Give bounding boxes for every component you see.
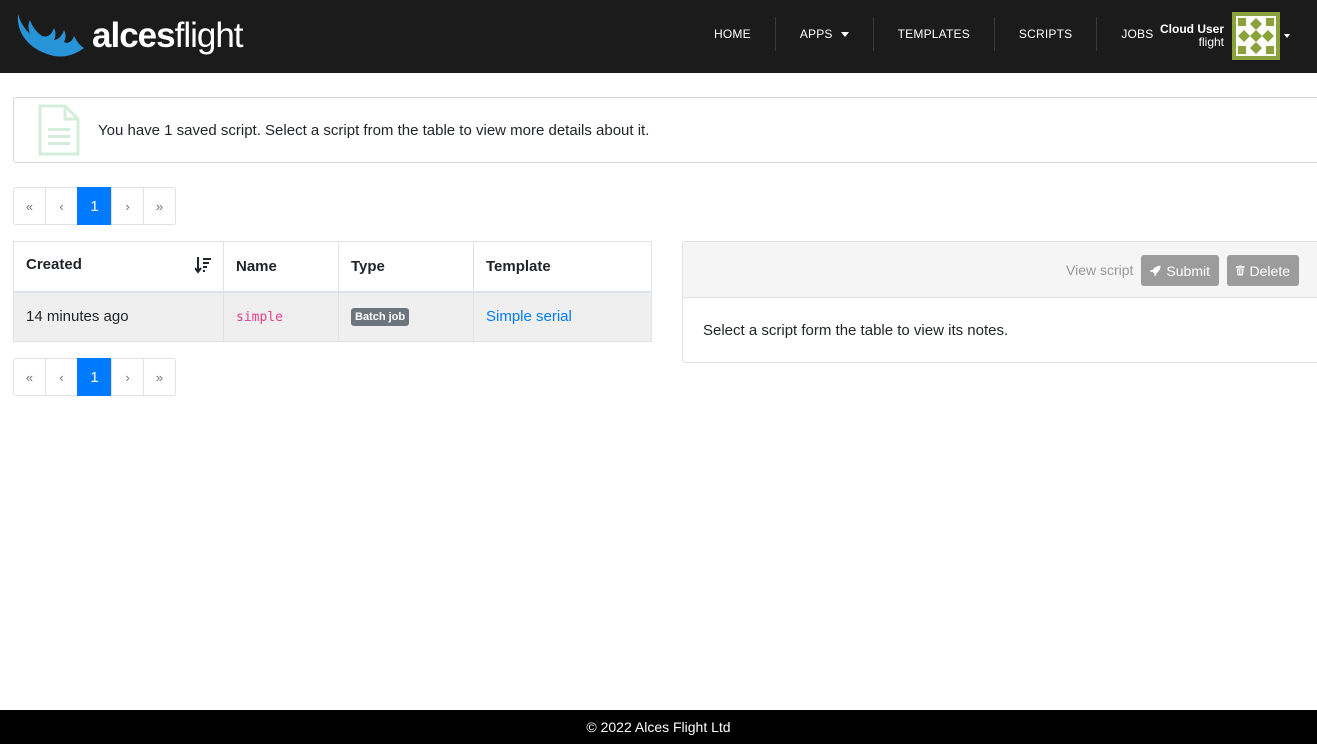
table-header-row: Created Name Type Template	[13, 241, 652, 293]
sort-descending-icon[interactable]	[194, 256, 211, 277]
column-created-label: Created	[26, 255, 82, 273]
view-script-button[interactable]: View script	[1066, 262, 1133, 278]
page-next-button[interactable]: ›	[111, 187, 144, 225]
page-current-button[interactable]: 1	[77, 187, 112, 225]
avatar-icon	[1232, 12, 1281, 60]
page-first-button[interactable]: «	[13, 187, 46, 225]
caret-down-icon	[840, 31, 849, 37]
page-prev-button[interactable]: ‹	[45, 358, 78, 396]
scripts-table: Created Name Type Template 14 minutes ag…	[13, 241, 652, 342]
page-last-button[interactable]: »	[143, 358, 176, 396]
brand-text-bold: alces	[92, 15, 176, 55]
script-details-card: View script Submit Delete Select a scrip…	[682, 241, 1317, 363]
footer: © 2022 Alces Flight Ltd	[0, 710, 1317, 744]
nav-jobs-label: JOBS	[1121, 27, 1154, 41]
cell-type: Batch job	[338, 291, 474, 342]
delete-label: Delete	[1249, 262, 1290, 279]
brand-text-light: flight	[174, 15, 244, 55]
card-header: View script Submit Delete	[683, 242, 1317, 298]
trash-icon	[1236, 265, 1245, 276]
template-link[interactable]: Simple serial	[486, 308, 572, 325]
user-menu[interactable]: Cloud User flight	[1160, 12, 1291, 60]
page-prev-button[interactable]: ‹	[45, 187, 78, 225]
cell-name: simple	[223, 291, 339, 342]
submit-label: Submit	[1166, 262, 1210, 279]
submit-button[interactable]: Submit	[1141, 255, 1219, 286]
delete-button[interactable]: Delete	[1227, 255, 1299, 286]
nav-apps-label: APPS	[799, 27, 833, 41]
info-message: You have 1 saved script. Select a script…	[98, 122, 650, 139]
column-created[interactable]: Created	[13, 241, 224, 293]
pagination-top: « ‹ 1 › »	[13, 187, 176, 225]
script-name: simple	[236, 310, 283, 326]
card-body-text: Select a script form the table to view i…	[703, 322, 1009, 339]
nav-home-label: HOME	[714, 27, 751, 41]
nav-home[interactable]: HOME	[690, 17, 776, 51]
user-caret-down-icon	[1284, 34, 1291, 38]
user-username: flight	[1198, 35, 1225, 49]
nav-scripts[interactable]: SCRIPTS	[995, 17, 1098, 51]
column-name[interactable]: Name	[223, 241, 339, 293]
page-first-button[interactable]: «	[13, 358, 46, 396]
main-nav: HOME APPS TEMPLATES SCRIPTS JOBS	[690, 17, 1177, 51]
scripts-info-banner: You have 1 saved script. Select a script…	[13, 97, 1317, 163]
document-icon	[38, 104, 80, 156]
cell-template: Simple serial	[473, 291, 652, 342]
page-next-button[interactable]: ›	[111, 358, 144, 396]
user-info: Cloud User flight	[1160, 23, 1224, 49]
nav-apps-dropdown[interactable]: APPS	[776, 17, 874, 51]
top-navbar: alcesflight HOME APPS TEMPLATES SCRIPTS …	[0, 0, 1317, 73]
rocket-icon	[1150, 265, 1161, 277]
brand-logo[interactable]: alcesflight	[14, 10, 244, 60]
page-last-button[interactable]: »	[143, 187, 176, 225]
type-badge: Batch job	[351, 308, 410, 327]
antler-logo-icon	[17, 14, 85, 57]
column-template[interactable]: Template	[473, 241, 652, 293]
cell-created: 14 minutes ago	[13, 291, 224, 342]
nav-templates-label: TEMPLATES	[897, 27, 970, 41]
nav-templates[interactable]: TEMPLATES	[874, 17, 995, 51]
table-row[interactable]: 14 minutes ago simple Batch job Simple s…	[13, 291, 652, 342]
nav-scripts-label: SCRIPTS	[1018, 27, 1073, 41]
column-type[interactable]: Type	[338, 241, 474, 293]
page-current-button[interactable]: 1	[77, 358, 112, 396]
pagination-bottom: « ‹ 1 › »	[13, 358, 176, 396]
footer-copyright: © 2022 Alces Flight Ltd	[586, 719, 731, 735]
